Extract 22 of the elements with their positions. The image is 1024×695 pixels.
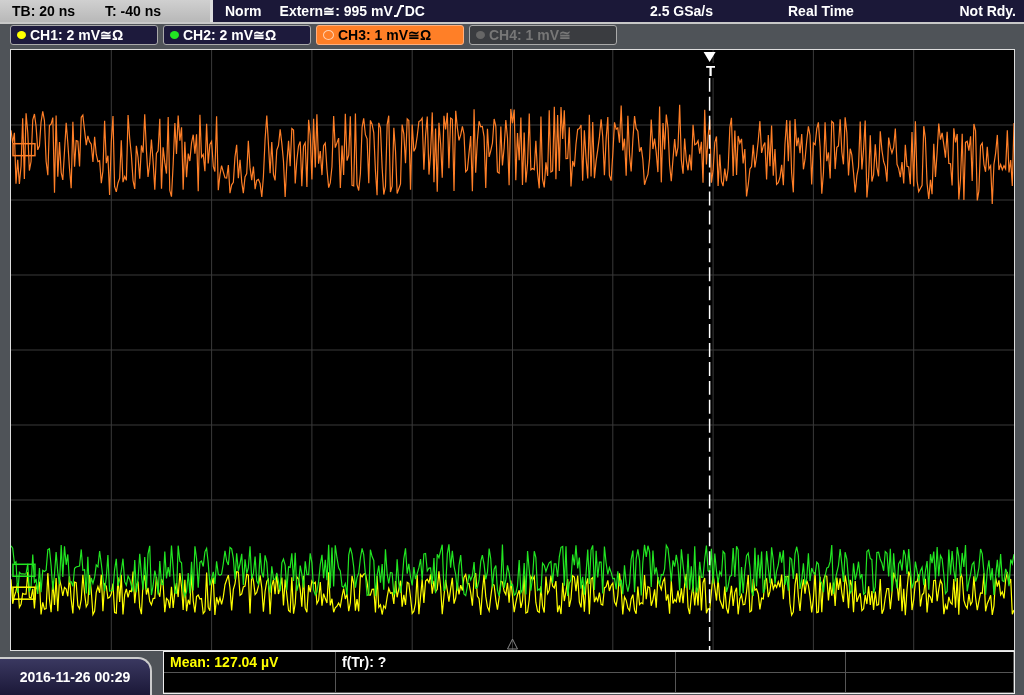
trigger-label: T	[706, 63, 716, 78]
trigger-mode-label: Norm	[225, 2, 262, 19]
coupling-label: DC	[404, 2, 425, 19]
trigger-source-label: Extern≅: 995 mV	[279, 2, 393, 19]
trigger-time-label: T: -40 ns	[105, 2, 162, 19]
acquisition-mode-label: Real Time	[788, 2, 855, 19]
status-label: Not Rdy.	[958, 2, 1017, 19]
timebase-label: TB: 20 ns	[12, 2, 75, 19]
date-time-label: 2016-11-26 00:29	[0, 657, 152, 695]
channel-tab[interactable]: CH1: 2 mV≅Ω	[10, 25, 158, 46]
measurement-value: f(Tr): ?	[342, 653, 387, 670]
channel-tab[interactable]: CH3: 1 mV≅Ω	[316, 25, 464, 46]
trigger-position-icon	[507, 638, 518, 650]
sample-rate-label: 2.5 GSa/s	[650, 2, 715, 19]
channel-marker-icon	[12, 586, 36, 600]
channel-dot	[476, 31, 485, 40]
channel-marker-icon	[12, 142, 36, 157]
measurement-value: Mean: 127.04 µV	[170, 653, 279, 670]
channel-marker-icon	[12, 563, 36, 577]
trigger-marker-icon	[703, 52, 716, 62]
rising-edge-icon	[393, 4, 404, 17]
channel-tab[interactable]: CH2: 2 mV≅Ω	[163, 25, 311, 46]
